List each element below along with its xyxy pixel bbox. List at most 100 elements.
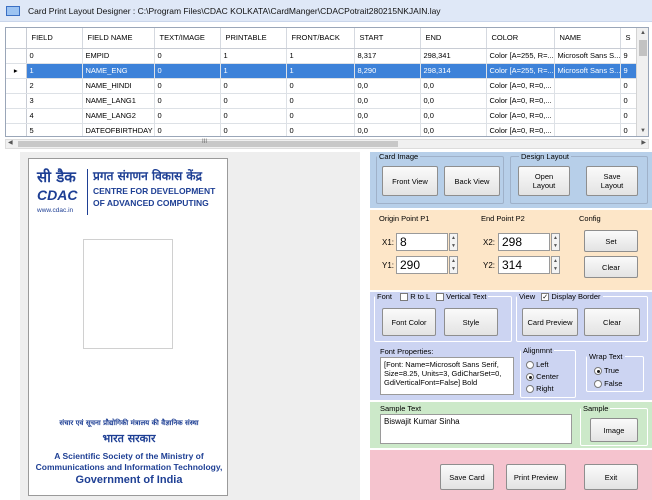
x1-down-icon[interactable]: ▼ xyxy=(450,242,457,250)
display-border-checkbox[interactable]: ✓ xyxy=(541,293,550,302)
align-center-option[interactable]: Center xyxy=(526,372,559,382)
align-left-radio[interactable] xyxy=(526,361,534,370)
cell-start[interactable]: 0,0 xyxy=(354,78,421,94)
cell-printable[interactable]: 1 xyxy=(220,48,287,64)
align-right-option[interactable]: Right xyxy=(526,384,554,394)
cell-text-image[interactable]: 0 xyxy=(154,63,221,79)
cell-printable[interactable]: 0 xyxy=(220,78,287,94)
cell-text-image[interactable]: 0 xyxy=(154,48,221,64)
y2-up-icon[interactable]: ▲ xyxy=(552,257,559,265)
scroll-right-arrow-icon[interactable]: ▶ xyxy=(641,139,646,146)
image-button[interactable]: Image xyxy=(590,418,638,442)
vertical-text-checkbox[interactable] xyxy=(436,293,445,302)
col-header-printable[interactable]: PRINTABLE xyxy=(220,28,287,49)
align-right-radio[interactable] xyxy=(526,385,534,394)
grid-vscroll-thumb[interactable] xyxy=(639,40,647,56)
cell-field-name[interactable]: NAME_LANG2 xyxy=(82,108,155,124)
y1-down-icon[interactable]: ▼ xyxy=(450,265,457,273)
cell-name[interactable] xyxy=(554,108,621,124)
front-view-button[interactable]: Front View xyxy=(382,166,438,196)
cell-color[interactable]: Color [A=255, R=... xyxy=(486,63,555,79)
open-layout-button[interactable]: Open Layout xyxy=(518,166,570,196)
cell-start[interactable]: 0,0 xyxy=(354,108,421,124)
cell-color[interactable]: Color [A=0, R=0,... xyxy=(486,78,555,94)
col-header-start[interactable]: START xyxy=(354,28,421,49)
align-left-option[interactable]: Left xyxy=(526,360,549,370)
cell-color[interactable]: Color [A=0, R=0,... xyxy=(486,93,555,109)
cell-end[interactable]: 298,341 xyxy=(420,48,487,64)
x2-input[interactable]: 298 xyxy=(498,233,550,251)
table-row[interactable]: 4 NAME_LANG2 0 0 0 0,0 0,0 Color [A=0, R=0,... 0 xyxy=(6,108,639,124)
cell-name[interactable]: Microsoft Sans S... xyxy=(554,48,621,64)
cell-end[interactable]: 298,314 xyxy=(420,63,487,79)
y1-input[interactable]: 290 xyxy=(396,256,448,274)
scroll-up-arrow-icon[interactable]: ▲ xyxy=(637,28,648,38)
row-indicator[interactable] xyxy=(6,93,27,109)
cell-front-back[interactable]: 0 xyxy=(286,93,355,109)
table-row[interactable]: ▸ 1 NAME_ENG 0 1 1 8,290 298,314 Color [A=255, R… xyxy=(6,63,639,79)
cell-end[interactable]: 0,0 xyxy=(420,78,487,94)
cell-field[interactable]: 0 xyxy=(26,48,83,64)
row-indicator[interactable]: ▸ xyxy=(6,63,27,79)
save-card-button[interactable]: Save Card xyxy=(440,464,494,490)
wrap-true-option[interactable]: True xyxy=(594,366,619,376)
x1-input[interactable]: 8 xyxy=(396,233,448,251)
fields-grid[interactable]: FIELD FIELD NAME TEXT/IMAGE PRINTABLE FR… xyxy=(5,27,649,137)
x2-spinner[interactable]: ▲ ▼ xyxy=(551,233,560,251)
print-preview-button[interactable]: Print Preview xyxy=(506,464,566,490)
cell-start[interactable]: 0,0 xyxy=(354,123,421,136)
cell-front-back[interactable]: 0 xyxy=(286,78,355,94)
cell-name[interactable] xyxy=(554,123,621,136)
row-indicator[interactable] xyxy=(6,123,27,136)
row-indicator[interactable] xyxy=(6,108,27,124)
cell-text-image[interactable]: 0 xyxy=(154,123,221,136)
cell-field[interactable]: 4 xyxy=(26,108,83,124)
y1-up-icon[interactable]: ▲ xyxy=(450,257,457,265)
cell-printable[interactable]: 0 xyxy=(220,108,287,124)
x1-spinner[interactable]: ▲ ▼ xyxy=(449,233,458,251)
col-header-field-name[interactable]: FIELD NAME xyxy=(82,28,155,49)
cell-text-image[interactable]: 0 xyxy=(154,93,221,109)
cell-field[interactable]: 5 xyxy=(26,123,83,136)
cell-printable[interactable]: 0 xyxy=(220,93,287,109)
cell-text-image[interactable]: 0 xyxy=(154,108,221,124)
card-preview-button[interactable]: Card Preview xyxy=(522,308,578,336)
cell-end[interactable]: 0,0 xyxy=(420,123,487,136)
cell-field[interactable]: 3 xyxy=(26,93,83,109)
set-button[interactable]: Set xyxy=(584,230,638,252)
y1-spinner[interactable]: ▲ ▼ xyxy=(449,256,458,274)
cell-field-name[interactable]: NAME_ENG xyxy=(82,63,155,79)
rtl-checkbox[interactable] xyxy=(400,293,409,302)
wrap-true-radio[interactable] xyxy=(594,367,602,376)
cell-text-image[interactable]: 0 xyxy=(154,78,221,94)
align-center-radio[interactable] xyxy=(526,373,534,382)
x1-up-icon[interactable]: ▲ xyxy=(450,234,457,242)
cell-field-name[interactable]: NAME_HINDI xyxy=(82,78,155,94)
cell-field-name[interactable]: NAME_LANG1 xyxy=(82,93,155,109)
cell-field[interactable]: 2 xyxy=(26,78,83,94)
cell-printable[interactable]: 1 xyxy=(220,63,287,79)
back-view-button[interactable]: Back View xyxy=(444,166,500,196)
cell-front-back[interactable]: 0 xyxy=(286,108,355,124)
wrap-false-radio[interactable] xyxy=(594,380,602,389)
grid-vertical-scrollbar[interactable]: ▲ ▼ xyxy=(636,28,648,136)
table-row[interactable]: 5 DATEOFBIRTHDAY 0 0 0 0,0 0,0 Color [A=0, R=0,… xyxy=(6,123,639,136)
save-layout-button[interactable]: Save Layout xyxy=(586,166,638,196)
cell-front-back[interactable]: 0 xyxy=(286,123,355,136)
cell-front-back[interactable]: 1 xyxy=(286,63,355,79)
col-header-text-image[interactable]: TEXT/IMAGE xyxy=(154,28,221,49)
cell-color[interactable]: Color [A=255, R=... xyxy=(486,48,555,64)
config-clear-button[interactable]: Clear xyxy=(584,256,638,278)
style-button[interactable]: Style xyxy=(444,308,498,336)
table-row[interactable]: 0 EMPID 0 1 1 8,317 298,341 Color [A=255, R=...… xyxy=(6,48,639,64)
x2-down-icon[interactable]: ▼ xyxy=(552,242,559,250)
grid-horizontal-scrollbar[interactable]: ◀ III ▶ xyxy=(5,139,649,149)
grid-hscroll-thumb[interactable] xyxy=(18,141,398,147)
cell-name[interactable]: Microsoft Sans S... xyxy=(554,63,621,79)
font-color-button[interactable]: Font Color xyxy=(382,308,436,336)
cell-color[interactable]: Color [A=0, R=0,... xyxy=(486,108,555,124)
y2-input[interactable]: 314 xyxy=(498,256,550,274)
cell-field-name[interactable]: EMPID xyxy=(82,48,155,64)
scroll-left-arrow-icon[interactable]: ◀ xyxy=(8,139,13,146)
wrap-false-option[interactable]: False xyxy=(594,379,622,389)
